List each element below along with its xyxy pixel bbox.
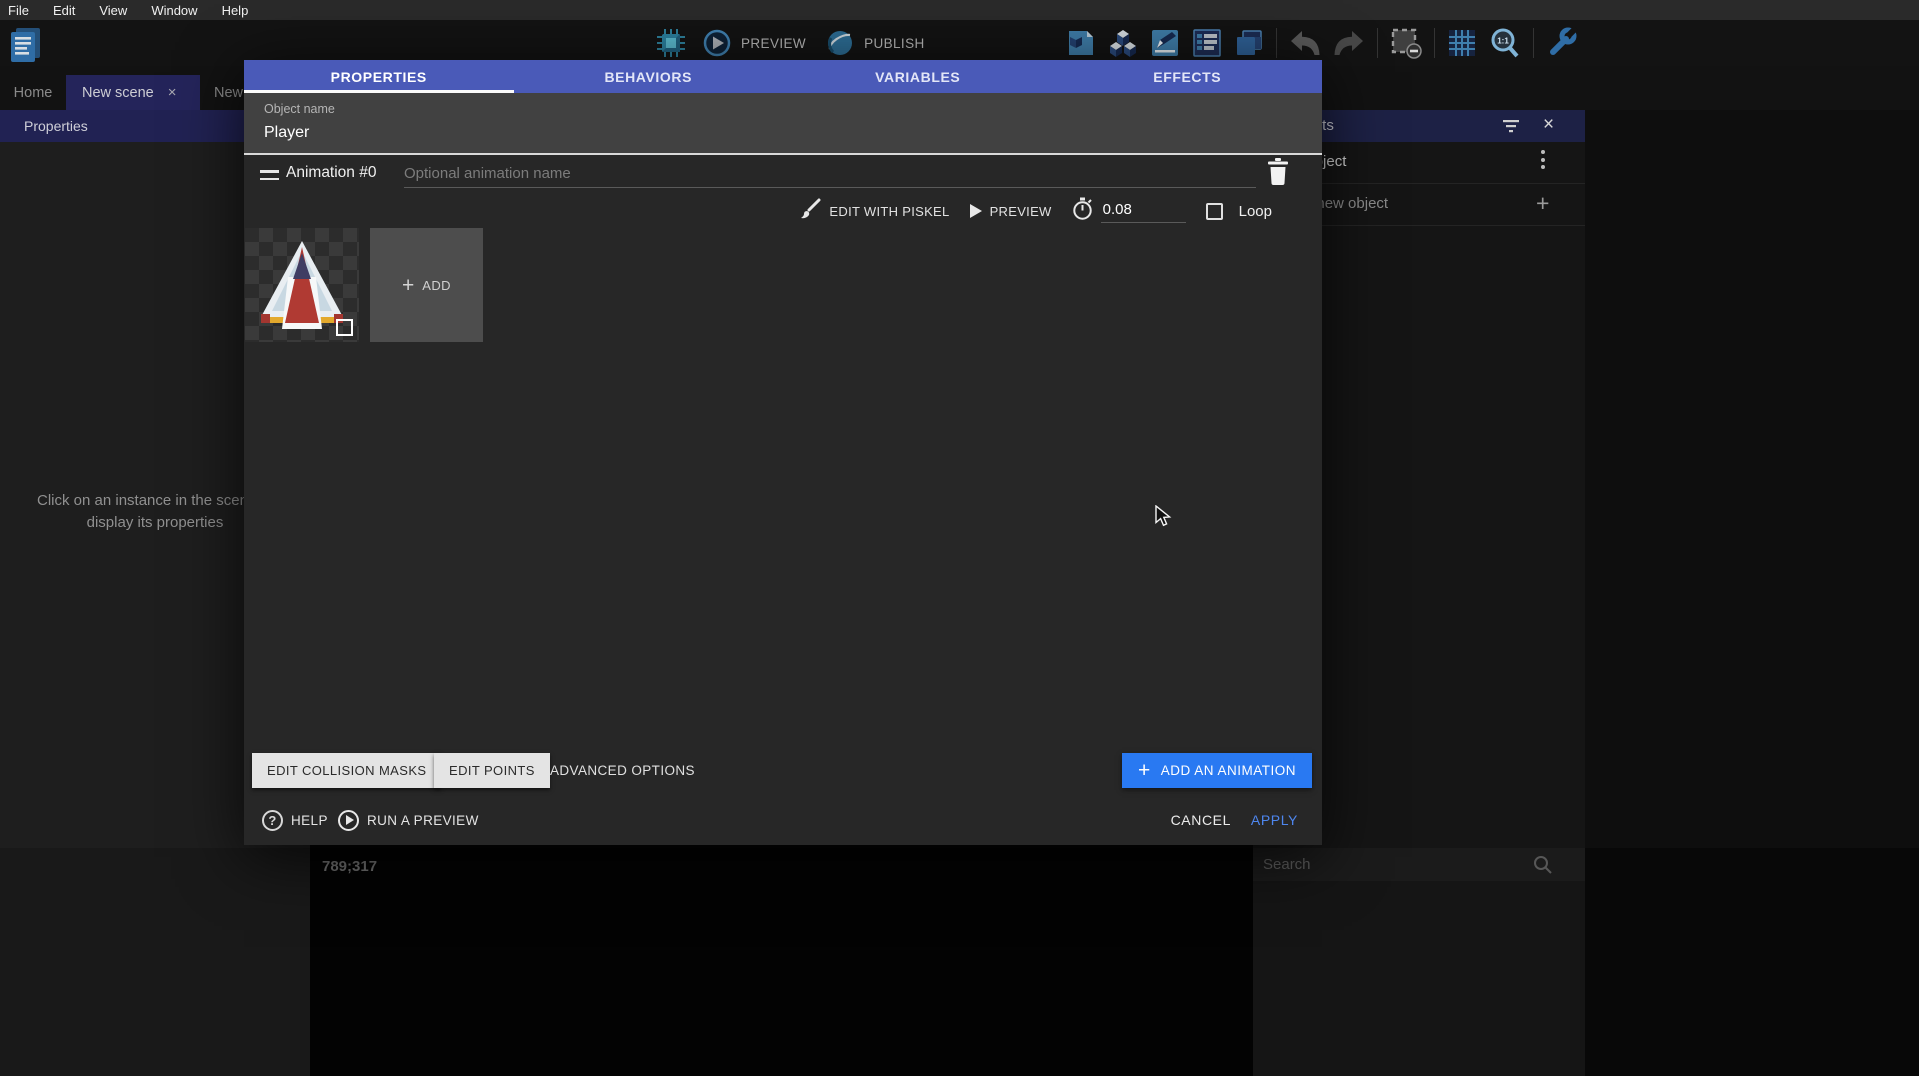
tab-home-label: Home <box>14 85 53 101</box>
run-a-preview-button[interactable]: RUN A PREVIEW <box>338 806 479 834</box>
add-an-animation-button[interactable]: + ADD AN ANIMATION <box>1122 753 1312 788</box>
trash-icon <box>1267 158 1289 190</box>
open-objects-icon[interactable] <box>1108 28 1138 58</box>
wrench-settings-icon[interactable] <box>1546 27 1578 59</box>
edit-collision-masks-button[interactable]: EDIT COLLISION MASKS <box>252 753 441 788</box>
add-frame-button[interactable]: + ADD <box>370 228 483 342</box>
loop-label: Loop <box>1239 203 1272 220</box>
cancel-button[interactable]: CANCEL <box>1171 806 1231 834</box>
layers-icon[interactable] <box>1234 28 1264 58</box>
animation-preview-button[interactable]: PREVIEW <box>990 204 1052 219</box>
tab-behaviors[interactable]: BEHAVIORS <box>514 60 784 93</box>
help-icon: ? <box>262 810 283 831</box>
tab-properties[interactable]: PROPERTIES <box>244 60 514 93</box>
edit-scene-icon[interactable] <box>1150 28 1180 58</box>
object-name-label: Object name <box>264 102 335 116</box>
undo-icon[interactable] <box>1289 28 1321 58</box>
menu-help[interactable]: Help <box>222 3 249 18</box>
zoom-1to1-icon[interactable]: 1:1 <box>1489 27 1521 59</box>
animation-title: Animation #0 <box>286 164 376 182</box>
object-editor-dialog: PROPERTIES BEHAVIORS VARIABLES EFFECTS O… <box>244 60 1322 845</box>
search-icon <box>1533 855 1553 880</box>
menu-view[interactable]: View <box>99 3 127 18</box>
search-input[interactable] <box>1263 848 1523 881</box>
animation-frame-thumbnail[interactable] <box>245 228 359 342</box>
animation-drag-handle[interactable] <box>260 170 279 185</box>
publish-button[interactable]: PUBLISH <box>864 36 925 51</box>
play-icon <box>970 204 982 218</box>
menu-file[interactable]: File <box>8 3 29 18</box>
canvas-status-bar: 789;317 <box>310 848 1253 1076</box>
add-animation-plus-icon: + <box>1138 760 1151 781</box>
delete-animation-button[interactable] <box>1264 158 1292 190</box>
redo-icon[interactable] <box>1333 28 1365 58</box>
preview-play-icon[interactable] <box>703 29 731 57</box>
objects-search-area <box>1253 848 1585 1076</box>
run-preview-icon <box>338 810 359 831</box>
cursor-coordinates: 789;317 <box>322 858 377 875</box>
apply-button[interactable]: APPLY <box>1251 806 1298 834</box>
run-preview-label: RUN A PREVIEW <box>367 813 479 828</box>
search-row <box>1253 848 1585 881</box>
add-animation-label: ADD AN ANIMATION <box>1161 763 1296 778</box>
piskel-brush-icon <box>799 198 821 225</box>
dialog-tab-bar: PROPERTIES BEHAVIORS VARIABLES EFFECTS <box>244 60 1322 93</box>
animation-controls: EDIT WITH PISKEL PREVIEW 0.08 Loop <box>799 196 1272 226</box>
kebab-menu-icon[interactable] <box>1541 150 1545 169</box>
tab-effects[interactable]: EFFECTS <box>1053 60 1323 93</box>
bottom-right-empty <box>1585 848 1919 1076</box>
edit-points-button[interactable]: EDIT POINTS <box>434 753 550 788</box>
add-frame-label: ADD <box>422 278 451 293</box>
left-panel-bottom <box>0 848 310 1076</box>
open-scene-icon[interactable] <box>1066 28 1096 58</box>
objects-panel-close-icon[interactable]: × <box>1543 114 1554 136</box>
project-manager-icon[interactable] <box>8 26 42 62</box>
grid-icon[interactable] <box>1447 28 1477 58</box>
menu-edit[interactable]: Edit <box>53 3 75 18</box>
menu-bar: File Edit View Window Help <box>0 0 1919 20</box>
loop-checkbox[interactable] <box>1206 203 1223 220</box>
menu-window[interactable]: Window <box>151 3 197 18</box>
object-name-card: Object name <box>244 93 1322 155</box>
properties-panel-title: Properties <box>24 118 88 134</box>
open-events-icon[interactable] <box>1192 28 1222 58</box>
svg-text:1:1: 1:1 <box>1497 37 1509 46</box>
help-label: HELP <box>291 813 328 828</box>
tab-close-icon[interactable]: × <box>168 85 177 100</box>
mask-selection-icon[interactable] <box>1390 27 1422 59</box>
frame-selection-square <box>336 319 353 336</box>
tab-home[interactable]: Home <box>0 75 66 110</box>
tab-new-scene-label: New scene <box>82 85 154 101</box>
edit-with-piskel-button[interactable]: EDIT WITH PISKEL <box>829 204 949 219</box>
stopwatch-icon <box>1072 197 1093 226</box>
advanced-options-button[interactable]: ADVANCED OPTIONS <box>542 753 703 788</box>
add-frame-plus-icon: + <box>402 275 414 296</box>
animation-name-input[interactable] <box>404 160 1256 188</box>
publish-globe-icon[interactable] <box>826 29 854 57</box>
time-between-frames-input[interactable]: 0.08 <box>1101 199 1186 223</box>
mouse-cursor <box>1155 505 1175 532</box>
help-button[interactable]: ? HELP <box>262 806 328 834</box>
tab-next-label: New <box>214 85 243 101</box>
tab-variables[interactable]: VARIABLES <box>783 60 1053 93</box>
tab-new-scene[interactable]: New scene × <box>66 75 200 110</box>
object-name-input[interactable] <box>264 121 964 145</box>
app-window: File Edit View Window Help <box>0 0 1919 1076</box>
preview-button[interactable]: PREVIEW <box>741 36 806 51</box>
filter-icon[interactable] <box>1502 118 1520 139</box>
add-object-plus-icon[interactable]: + <box>1536 190 1549 217</box>
debugger-chip-icon[interactable] <box>655 27 687 59</box>
right-empty-area <box>1585 110 1919 848</box>
